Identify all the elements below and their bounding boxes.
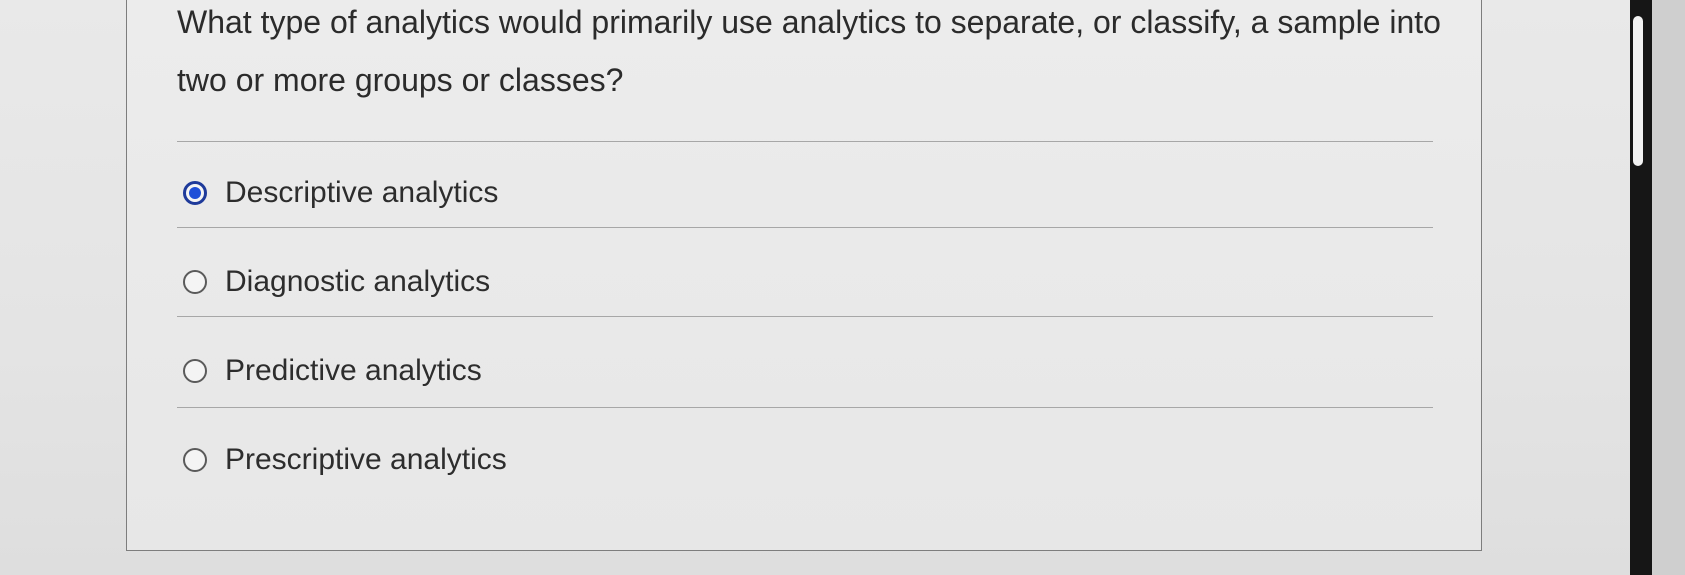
option-descriptive-analytics[interactable]: Descriptive analytics (183, 168, 498, 218)
option-divider (177, 227, 1433, 228)
scrollbar-thumb[interactable] (1633, 16, 1643, 166)
option-prescriptive-analytics[interactable]: Prescriptive analytics (183, 435, 507, 485)
radio-selected-icon[interactable] (183, 181, 207, 205)
question-divider (177, 141, 1433, 142)
screen-bezel (1652, 0, 1685, 575)
option-label: Predictive analytics (225, 354, 482, 387)
option-diagnostic-analytics[interactable]: Diagnostic analytics (183, 257, 490, 307)
option-predictive-analytics[interactable]: Predictive analytics (183, 346, 482, 396)
question-text: What type of analytics would primarily u… (177, 4, 1441, 98)
option-label: Descriptive analytics (225, 176, 499, 209)
radio-unselected-icon[interactable] (183, 270, 207, 294)
option-divider (177, 316, 1433, 317)
radio-unselected-icon[interactable] (183, 448, 207, 472)
option-label: Diagnostic analytics (225, 265, 491, 298)
radio-unselected-icon[interactable] (183, 359, 207, 383)
option-divider (177, 407, 1433, 408)
question-card: What type of analytics would primarily u… (126, 0, 1482, 551)
option-label: Prescriptive analytics (225, 443, 507, 476)
quiz-screen: What type of analytics would primarily u… (0, 0, 1640, 575)
